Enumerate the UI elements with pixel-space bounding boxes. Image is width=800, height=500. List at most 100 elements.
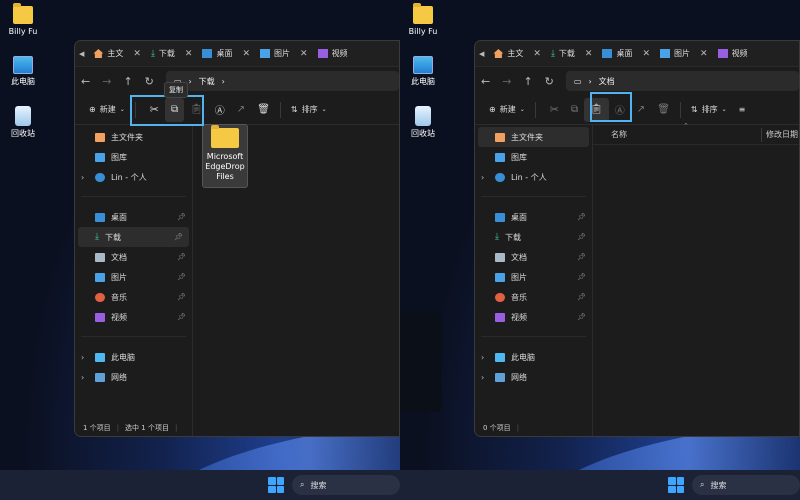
tab-pictures[interactable]: 图片 ✕ — [655, 43, 713, 65]
close-icon[interactable]: ✕ — [585, 49, 593, 59]
forward-icon[interactable]: → — [502, 75, 511, 88]
nav-item-home[interactable]: 主文件夹 — [478, 127, 589, 147]
new-button[interactable]: ⊕ 新建 ⌄ — [83, 98, 131, 122]
refresh-icon[interactable]: ↻ — [145, 75, 154, 88]
nav-item-pictures[interactable]: 图片 📌︎ — [475, 267, 592, 287]
nav-item-pictures[interactable]: 图片 📌︎ — [75, 267, 192, 287]
status-separator: | — [116, 424, 120, 432]
tab-home[interactable]: 主文 ✕ — [488, 43, 546, 65]
rename-button[interactable]: Ⓐ — [209, 98, 231, 122]
start-button[interactable] — [268, 477, 284, 493]
plus-circle-icon: ⊕ — [489, 105, 496, 114]
nav-label: 此电脑 — [111, 352, 135, 362]
desktop-icon-label: 回收站 — [11, 129, 35, 138]
nav-item-network[interactable]: › 网络 — [475, 367, 592, 387]
nav-item-music[interactable]: 音乐 📌︎ — [75, 287, 192, 307]
nav-label: 此电脑 — [511, 352, 535, 362]
share-button[interactable]: ↗ — [631, 98, 651, 122]
nav-item-this-pc[interactable]: › 此电脑 — [475, 347, 592, 367]
nav-item-desktop[interactable]: 桌面 📌︎ — [75, 207, 192, 227]
nav-item-desktop[interactable]: 桌面 📌︎ — [475, 207, 592, 227]
chevron-right-icon[interactable]: › — [81, 353, 84, 362]
nav-item-gallery[interactable]: 图库 — [475, 147, 592, 167]
refresh-icon[interactable]: ↻ — [545, 75, 554, 88]
nav-item-downloads[interactable]: ⤓ 下载 📌︎ — [475, 227, 592, 247]
tab-desktop[interactable]: 桌面 ✕ — [197, 43, 255, 65]
chevron-right-icon[interactable]: › — [481, 373, 484, 382]
tab-label: 视频 — [331, 49, 348, 58]
close-icon[interactable]: ✕ — [300, 49, 308, 59]
cut-button[interactable]: ✂ — [544, 98, 565, 122]
nav-item-documents[interactable]: 文档 📌︎ — [475, 247, 592, 267]
taskbar-search[interactable]: ⌕ 搜索 — [692, 475, 800, 495]
nav-item-home[interactable]: 主文件夹 — [75, 127, 192, 147]
close-icon[interactable]: ✕ — [133, 49, 141, 59]
nav-item-videos[interactable]: 视频 📌︎ — [75, 307, 192, 327]
tab-scroll-left-icon[interactable]: ◀ — [479, 50, 484, 58]
close-icon[interactable]: ✕ — [700, 49, 708, 59]
status-separator: | — [174, 424, 178, 432]
desktop-icon-user-folder[interactable]: Billy Fu — [8, 3, 38, 36]
chevron-right-icon[interactable]: › — [81, 373, 84, 382]
chevron-right-icon[interactable]: › — [481, 173, 484, 182]
nav-item-this-pc[interactable]: › 此电脑 — [75, 347, 192, 367]
pin-icon: 📌︎ — [577, 253, 586, 261]
back-icon[interactable]: ← — [81, 75, 90, 88]
nav-label: 音乐 — [511, 292, 527, 302]
view-button[interactable]: ≡ — [733, 98, 752, 122]
desktop-icon-recycle-bin[interactable]: 回收站 — [8, 106, 38, 138]
chevron-right-icon[interactable]: › — [81, 173, 84, 182]
up-icon[interactable]: ↑ — [523, 75, 532, 88]
sort-button[interactable]: ⇅ 排序 ⌄ — [285, 98, 333, 122]
back-icon[interactable]: ← — [481, 75, 490, 88]
column-header-name[interactable]: 名称 — [611, 129, 627, 140]
close-icon[interactable]: ✕ — [185, 49, 193, 59]
copy-button[interactable]: ⧉ — [565, 98, 584, 122]
delete-button[interactable]: 🗑︎ — [651, 98, 676, 122]
address-bar[interactable]: ▭ › 文档 — [565, 71, 799, 91]
tab-home[interactable]: 主文 ✕ — [88, 43, 146, 65]
sort-button[interactable]: ⇅ 排序 ⌄ — [685, 98, 733, 122]
new-label: 新建 — [499, 105, 516, 114]
new-button[interactable]: ⊕ 新建 ⌄ — [483, 98, 531, 122]
close-icon[interactable]: ✕ — [242, 49, 250, 59]
forward-icon[interactable]: → — [102, 75, 111, 88]
breadcrumb[interactable]: 文档 — [599, 76, 615, 87]
tab-scroll-left-icon[interactable]: ◀ — [79, 50, 84, 58]
nav-label: Lin - 个人 — [511, 172, 547, 182]
nav-item-gallery[interactable]: 图库 — [75, 147, 192, 167]
share-button[interactable]: ↗ — [231, 98, 251, 122]
tab-downloads[interactable]: ⤓ 下载 ✕ — [146, 43, 198, 65]
desktop-icon-this-pc[interactable]: 此电脑 — [408, 56, 438, 86]
tab-videos[interactable]: 视频 — [313, 43, 353, 65]
delete-button[interactable]: 🗑︎ — [251, 98, 276, 122]
music-icon — [95, 292, 105, 302]
close-icon[interactable]: ✕ — [642, 49, 650, 59]
tab-desktop[interactable]: 桌面 ✕ — [597, 43, 655, 65]
nav-item-downloads[interactable]: ⤓ 下载 📌︎ — [78, 227, 189, 247]
breadcrumb[interactable]: 下载 — [199, 76, 215, 87]
left-screenshot: Billy Fu 此电脑 回收站 ◀ 主文 ✕ ⤓ 下载 ✕ 桌面 ✕ 图片 ✕ 视频 ←… — [0, 0, 400, 500]
navigation-pane: 主文件夹 图库 › Lin - 个人 桌面 📌︎ ⤓ 下载 📌︎ 文档 📌︎ 图片 📌︎ 音… — [475, 125, 593, 436]
desktop-icon-user-folder[interactable]: Billy Fu — [408, 3, 438, 36]
videos-icon — [95, 312, 105, 322]
nav-item-onedrive[interactable]: › Lin - 个人 — [75, 167, 192, 187]
address-bar[interactable]: ▭ › 下载 › — [165, 71, 399, 91]
nav-item-network[interactable]: › 网络 — [75, 367, 192, 387]
up-icon[interactable]: ↑ — [123, 75, 132, 88]
tab-downloads[interactable]: ⤓ 下载 ✕ — [546, 43, 598, 65]
nav-item-music[interactable]: 音乐 📌︎ — [475, 287, 592, 307]
taskbar-search[interactable]: ⌕ 搜索 — [292, 475, 400, 495]
chevron-right-icon[interactable]: › — [481, 353, 484, 362]
close-icon[interactable]: ✕ — [533, 49, 541, 59]
nav-item-documents[interactable]: 文档 📌︎ — [75, 247, 192, 267]
desktop-icon-recycle-bin[interactable]: 回收站 — [408, 106, 438, 138]
tab-videos[interactable]: 视频 — [713, 43, 753, 65]
nav-item-videos[interactable]: 视频 📌︎ — [475, 307, 592, 327]
file-item-folder[interactable]: Microsoft EdgeDrop Files — [202, 124, 248, 188]
column-header-modified[interactable]: 修改日期 — [766, 129, 798, 140]
start-button[interactable] — [668, 477, 684, 493]
nav-item-onedrive[interactable]: › Lin - 个人 — [475, 167, 592, 187]
tab-pictures[interactable]: 图片 ✕ — [255, 43, 313, 65]
desktop-icon-this-pc[interactable]: 此电脑 — [8, 56, 38, 86]
